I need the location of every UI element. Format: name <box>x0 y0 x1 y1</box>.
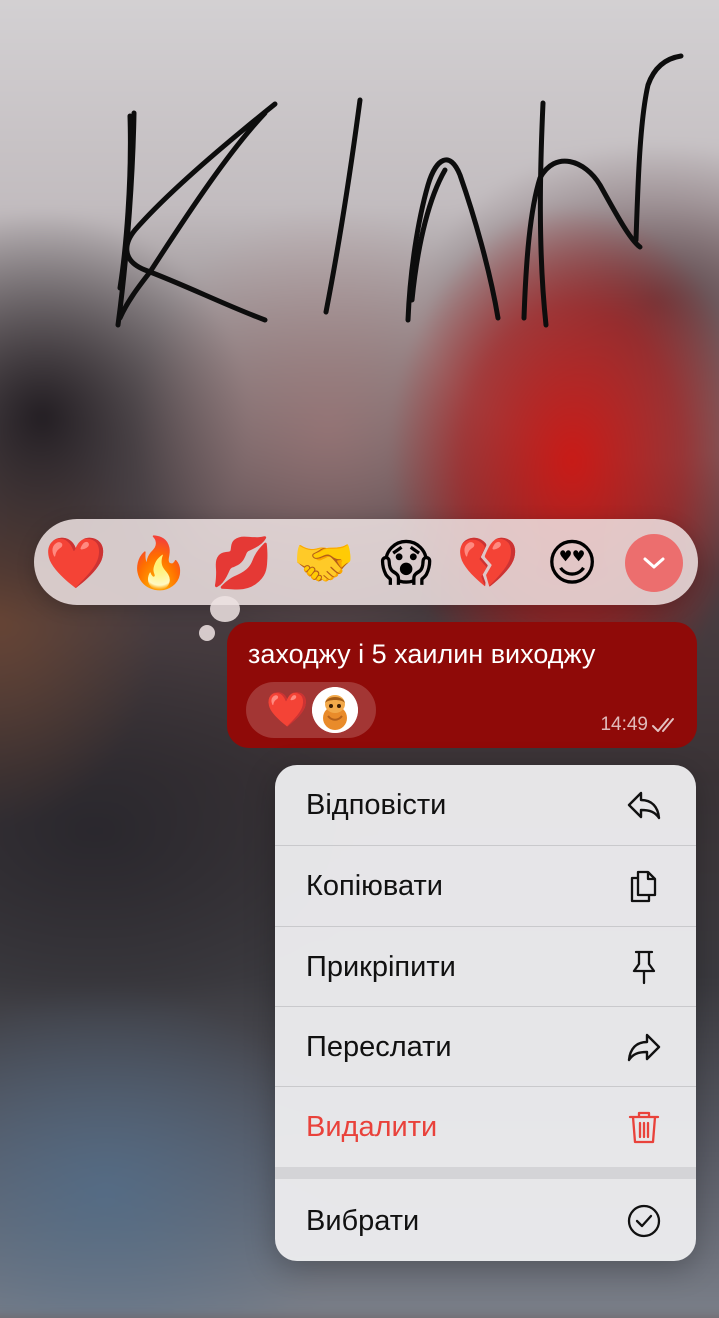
reply-icon <box>627 791 661 820</box>
double-check-icon <box>652 718 674 732</box>
reactions-tail-dot <box>210 596 240 622</box>
handwriting-drawing <box>115 53 684 328</box>
expand-reactions-button[interactable] <box>625 534 683 592</box>
menu-item-label: Вибрати <box>306 1205 420 1237</box>
menu-item-label: Прикріпити <box>306 951 456 983</box>
menu-section-gap <box>275 1167 696 1179</box>
reaction-kiss-mark[interactable]: 💋 <box>211 533 273 593</box>
menu-item-select[interactable]: Вибрати <box>275 1181 696 1261</box>
reaction-broken-heart[interactable]: 💔 <box>457 533 519 593</box>
checkmark-circle-icon <box>627 1204 661 1238</box>
message-reaction-chip[interactable]: ❤️ <box>246 682 376 738</box>
reaction-heart-eyes[interactable]: 😍 <box>542 533 602 593</box>
menu-item-delete[interactable]: Видалити <box>275 1087 696 1167</box>
menu-item-label: Відповісти <box>306 789 447 821</box>
message-time: 14:49 <box>600 714 648 735</box>
reaction-heart-icon: ❤️ <box>266 691 309 729</box>
message-bubble[interactable]: заходжу і 5 хаилин виходжу ❤️ 14:49 <box>227 622 697 748</box>
reaction-red-heart[interactable]: ❤️ <box>45 533 107 593</box>
menu-item-label: Видалити <box>306 1111 438 1143</box>
trash-icon <box>628 1111 660 1144</box>
chevron-down-icon <box>643 557 665 569</box>
menu-item-reply[interactable]: Відповісти <box>275 765 696 845</box>
menu-item-label: Переслати <box>306 1031 452 1063</box>
pin-icon <box>632 950 656 985</box>
reactions-tail-dot-small <box>199 625 215 641</box>
menu-item-copy[interactable]: Копіювати <box>275 846 696 926</box>
message-text: заходжу і 5 хаилин виходжу <box>248 639 596 669</box>
menu-item-pin[interactable]: Прикріпити <box>275 927 696 1007</box>
reaction-fire[interactable]: 🔥 <box>128 533 190 593</box>
menu-item-forward[interactable]: Переслати <box>275 1007 696 1087</box>
message-context-menu: Відповісти Копіювати Прикріпити Переслат… <box>275 765 696 1261</box>
reactor-avatar <box>312 687 358 733</box>
forward-icon <box>627 1033 661 1062</box>
reaction-handshake[interactable]: 🤝 <box>293 533 355 593</box>
message-meta: 14:49 <box>600 714 681 736</box>
menu-item-label: Копіювати <box>306 870 443 902</box>
reaction-screaming-face[interactable]: 😱 <box>376 533 436 593</box>
reactions-bar: ❤️ 🔥 💋 🤝 😱 💔 😍 <box>34 519 698 605</box>
copy-icon <box>630 870 657 903</box>
